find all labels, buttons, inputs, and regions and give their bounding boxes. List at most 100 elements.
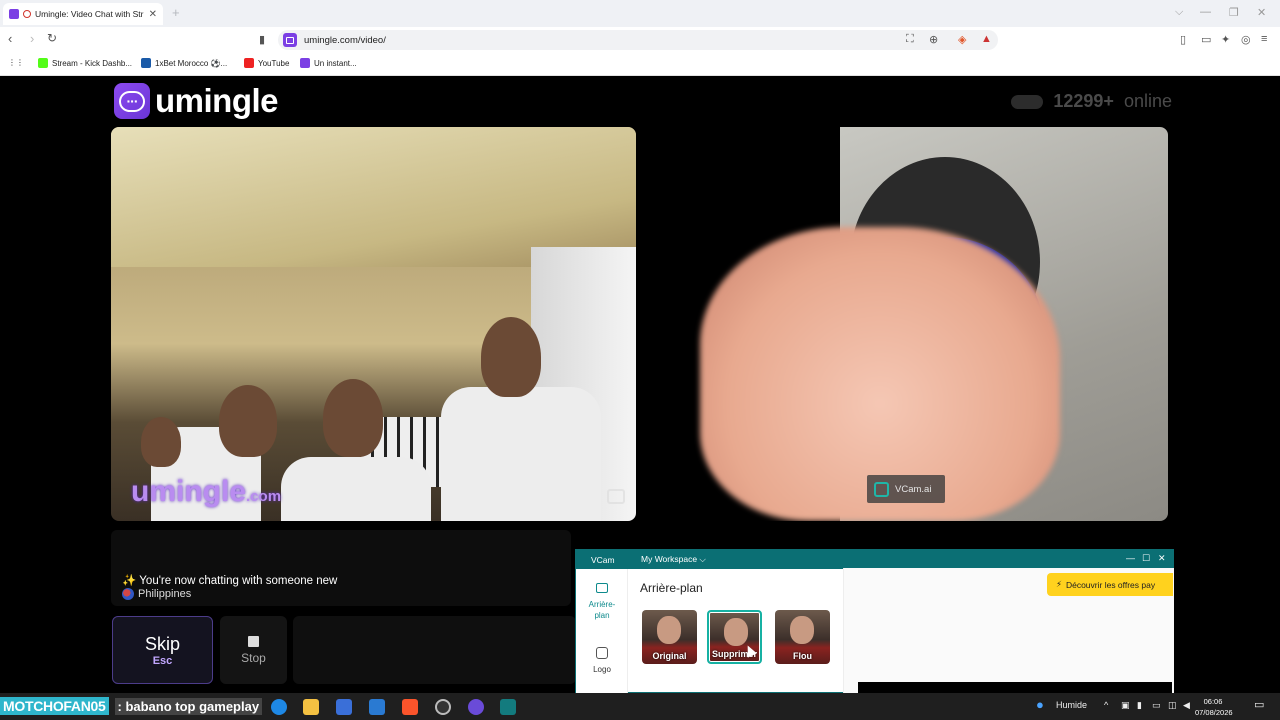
bookmark-un-instant[interactable]: Un instant... bbox=[300, 58, 357, 68]
logo-text: umingle bbox=[155, 82, 279, 119]
person bbox=[481, 317, 541, 397]
vcam-watermark: VCam.ai bbox=[867, 475, 945, 503]
notifications-icon[interactable]: ▭ bbox=[1254, 698, 1264, 711]
skip-button[interactable]: Skip Esc bbox=[112, 616, 213, 684]
app-icon[interactable] bbox=[468, 699, 484, 715]
sidebar-item-logo[interactable]: Logo bbox=[576, 647, 628, 674]
apps-icon[interactable]: ⋮⋮ bbox=[8, 58, 24, 67]
wallet-icon[interactable]: ▭ bbox=[1201, 33, 1211, 46]
vcam-taskbar-icon[interactable] bbox=[500, 699, 516, 715]
chat-input-area[interactable] bbox=[293, 616, 576, 684]
restore-icon[interactable]: ❐ bbox=[1229, 6, 1239, 19]
edge-icon[interactable] bbox=[271, 699, 287, 715]
translate-icon[interactable]: ⛶ bbox=[906, 33, 914, 46]
chat-ticker-overlay: MOTCHOFAN05 : babano top gameplay bbox=[0, 694, 263, 718]
new-tab-icon[interactable]: + bbox=[172, 5, 180, 20]
network-icon[interactable]: ▭ bbox=[1152, 700, 1161, 711]
microphone-icon[interactable]: ▮ bbox=[1137, 700, 1142, 711]
online-count: 12299+ bbox=[1053, 91, 1114, 111]
brave-shield-icon[interactable]: ◈ bbox=[958, 33, 966, 46]
bookmark-kick[interactable]: Stream - Kick Dashb... bbox=[38, 58, 132, 68]
url-text: umingle.com/video/ bbox=[304, 34, 386, 46]
vcam-minimize-icon[interactable]: — bbox=[1126, 553, 1135, 563]
report-flag-icon[interactable] bbox=[607, 489, 625, 504]
tab-search-icon[interactable]: ⌵ bbox=[1175, 6, 1183, 19]
back-icon[interactable]: ‹ bbox=[8, 31, 12, 46]
volume-icon[interactable]: ◀ bbox=[1183, 700, 1190, 711]
browser-tab[interactable]: Umingle: Video Chat with Str ✕ bbox=[3, 3, 163, 25]
online-toggle bbox=[1011, 94, 1044, 109]
online-counter: 12299+ online bbox=[1011, 91, 1172, 112]
person bbox=[323, 379, 383, 457]
display-icon[interactable]: ◫ bbox=[1168, 700, 1177, 711]
stop-button[interactable]: Stop bbox=[220, 616, 287, 684]
lightning-icon: ⚡ bbox=[1056, 579, 1062, 589]
ticker-username: MOTCHOFAN05 bbox=[0, 697, 109, 715]
menu-icon[interactable]: ≡ bbox=[1261, 33, 1267, 45]
obs-icon[interactable] bbox=[435, 699, 451, 715]
stranger-video: umingle.com bbox=[111, 127, 636, 521]
minimize-icon[interactable]: — bbox=[1200, 6, 1211, 18]
umingle-logo[interactable]: umingle bbox=[114, 82, 279, 120]
country-flag-icon bbox=[122, 588, 134, 600]
status-message: ✨ You're now chatting with someone new bbox=[122, 575, 338, 587]
weather-text[interactable]: Humide bbox=[1056, 700, 1087, 710]
vcam-app-name: VCam bbox=[591, 554, 615, 565]
stranger-country: Philippines bbox=[122, 588, 191, 600]
brave-icon[interactable] bbox=[402, 699, 418, 715]
site-icon bbox=[283, 33, 297, 47]
background-option-remove[interactable]: Supprimer bbox=[707, 610, 762, 664]
sidebar-item-background[interactable]: Arrière-plan bbox=[576, 583, 628, 621]
clock-time: 06:06 bbox=[1203, 697, 1223, 706]
tab-close-icon[interactable]: ✕ bbox=[149, 9, 157, 20]
1xbet-icon bbox=[141, 58, 151, 68]
url-field[interactable]: umingle.com/video/ bbox=[278, 30, 998, 50]
stop-icon bbox=[248, 635, 259, 647]
umingle-watermark: umingle.com bbox=[131, 475, 282, 508]
vcam-close-icon[interactable]: ✕ bbox=[1158, 553, 1166, 564]
background-option-original[interactable]: Original bbox=[642, 610, 697, 664]
bookmark-1xbet[interactable]: 1xBet Morocco ⚽... bbox=[141, 58, 227, 68]
thumbnail-face bbox=[657, 616, 681, 644]
kick-icon bbox=[38, 58, 48, 68]
umingle-bookmark-icon bbox=[300, 58, 310, 68]
file-explorer-icon[interactable] bbox=[303, 699, 319, 715]
bookmark-icon[interactable]: ▮ bbox=[259, 33, 265, 46]
logo-icon bbox=[596, 647, 608, 659]
chat-bubble-icon bbox=[114, 83, 150, 119]
background-option-blur[interactable]: Flou bbox=[775, 610, 830, 664]
tray-chevron-icon[interactable]: ^ bbox=[1104, 700, 1108, 710]
brave-rewards-icon[interactable]: ▲ bbox=[981, 33, 992, 45]
zoom-icon[interactable]: ⊕ bbox=[929, 33, 938, 46]
umingle-favicon-icon bbox=[9, 9, 19, 19]
clock-date: 07/08/2026 bbox=[1195, 708, 1233, 717]
store-icon[interactable] bbox=[336, 699, 352, 715]
vcam-sidebar: Arrière-plan Logo bbox=[576, 569, 628, 693]
vcam-maximize-icon[interactable]: ☐ bbox=[1142, 553, 1150, 564]
vcam-logo-icon bbox=[874, 481, 889, 497]
chat-status-panel: ✨ You're now chatting with someone new P… bbox=[111, 530, 571, 606]
reload-icon[interactable]: ↻ bbox=[47, 31, 57, 45]
window-close-icon[interactable]: ✕ bbox=[1257, 6, 1266, 19]
workspace-dropdown[interactable]: My Workspace ⌵ bbox=[640, 554, 706, 565]
leo-ai-icon[interactable]: ✦ bbox=[1221, 33, 1230, 46]
sidebar-icon[interactable]: ▯ bbox=[1180, 33, 1186, 46]
vcam-titlebar: VCam My Workspace ⌵ — ☐ ✕ bbox=[576, 550, 1173, 569]
thumbnail-face bbox=[724, 618, 748, 646]
tab-title: Umingle: Video Chat with Str bbox=[35, 9, 144, 19]
ticker-message: : babano top gameplay bbox=[114, 697, 263, 715]
person bbox=[281, 457, 431, 521]
bookmark-youtube[interactable]: YouTube bbox=[244, 58, 289, 68]
tray-app-icon[interactable]: ▣ bbox=[1121, 700, 1130, 711]
discover-offers-button[interactable]: ⚡ Découvrir les offres pay bbox=[1047, 573, 1173, 596]
weather-icon: ● bbox=[1036, 697, 1044, 712]
taskbar-clock[interactable]: 06:06 07/08/2026 bbox=[1195, 696, 1233, 718]
image-icon bbox=[596, 583, 608, 593]
thumbnail-face bbox=[790, 616, 814, 644]
self-video: VCam.ai bbox=[640, 127, 1168, 521]
mail-icon[interactable] bbox=[369, 699, 385, 715]
vpn-icon[interactable]: ◎ bbox=[1241, 33, 1251, 46]
forward-icon[interactable]: › bbox=[30, 31, 34, 46]
tab-bar bbox=[0, 0, 1280, 27]
youtube-icon bbox=[244, 58, 254, 68]
